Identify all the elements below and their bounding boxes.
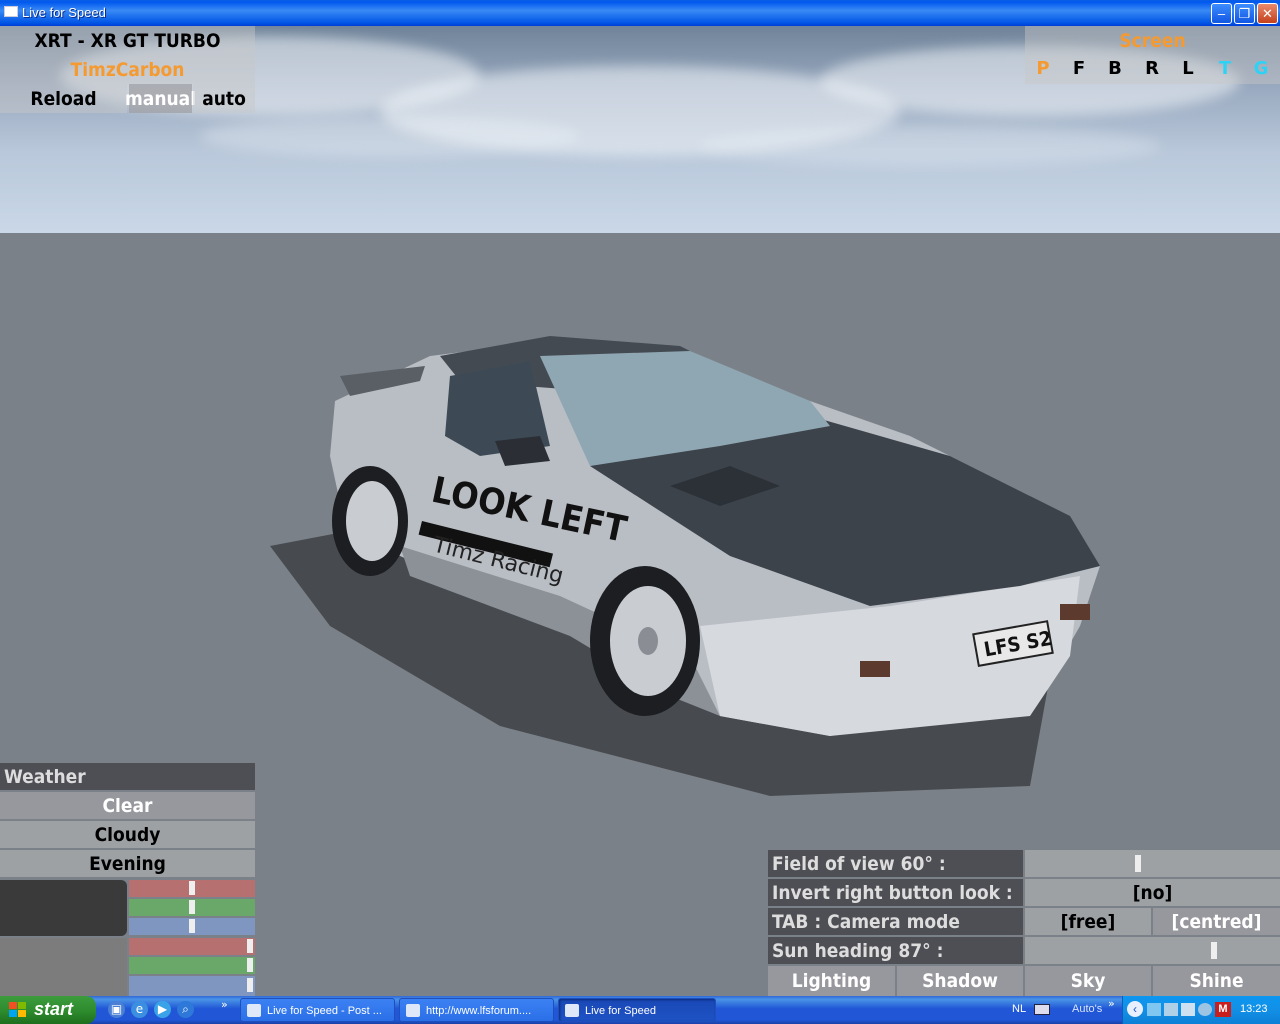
keyboard-icon[interactable] bbox=[1034, 1004, 1050, 1015]
sky-button[interactable]: Sky bbox=[1025, 966, 1151, 996]
sun-heading-slider[interactable] bbox=[1025, 937, 1280, 964]
skin-name-label[interactable]: TimzCarbon bbox=[0, 55, 255, 84]
task-label: Live for Speed - Post ... bbox=[267, 1005, 382, 1017]
view-button-b[interactable]: B bbox=[1100, 55, 1130, 83]
view-button-f[interactable]: F bbox=[1064, 55, 1094, 83]
blue-slider-2[interactable] bbox=[129, 976, 255, 996]
toolbar-chevron-icon[interactable]: » bbox=[1108, 997, 1115, 1010]
camera-mode-free-button[interactable]: [free] bbox=[1025, 908, 1151, 935]
camera-mode-centred-button[interactable]: [centred] bbox=[1153, 908, 1280, 935]
task-label: http://www.lfsforum.... bbox=[426, 1005, 532, 1017]
task-lfs-forum-post[interactable]: Live for Speed - Post ... bbox=[240, 998, 395, 1022]
fov-slider[interactable] bbox=[1025, 850, 1280, 877]
window-title: Live for Speed bbox=[22, 5, 106, 20]
window-titlebar: Live for Speed – ❐ ✕ bbox=[0, 0, 1280, 26]
shine-button[interactable]: Shine bbox=[1153, 966, 1280, 996]
media-player-icon[interactable]: ▶ bbox=[154, 1001, 171, 1018]
maximize-button[interactable]: ❐ bbox=[1234, 3, 1255, 24]
game-viewport[interactable]: LOOK LEFT Timz Racing LFS S2 XRT - XR GT… bbox=[0, 26, 1280, 996]
view-button-t[interactable]: T bbox=[1210, 55, 1240, 83]
minimize-button[interactable]: – bbox=[1211, 3, 1232, 24]
view-button-g[interactable]: G bbox=[1246, 55, 1276, 83]
language-indicator[interactable]: NL bbox=[1012, 1003, 1026, 1015]
lighting-button[interactable]: Lighting bbox=[768, 966, 895, 996]
screen-title[interactable]: Screen bbox=[1025, 26, 1280, 55]
auto-button[interactable]: auto bbox=[193, 84, 255, 113]
tray-monitor-icon[interactable] bbox=[1181, 1003, 1195, 1016]
search-icon[interactable]: ⌕ bbox=[177, 1001, 194, 1018]
browser-page-icon bbox=[406, 1004, 420, 1017]
car-name-label[interactable]: XRT - XR GT TURBO bbox=[0, 26, 255, 55]
weather-clear-button[interactable]: Clear bbox=[0, 792, 255, 819]
system-tray: ‹ M 13:23 bbox=[1122, 996, 1280, 1024]
taskbar: start ▣ e ▶ ⌕ » Live for Speed - Post ..… bbox=[0, 996, 1280, 1024]
shadow-button[interactable]: Shadow bbox=[897, 966, 1023, 996]
task-label: Live for Speed bbox=[585, 1005, 656, 1017]
weather-evening-button[interactable]: Evening bbox=[0, 850, 255, 877]
color-preview-2 bbox=[0, 938, 127, 996]
toolbar-label[interactable]: Auto's bbox=[1072, 1003, 1102, 1015]
view-button-l[interactable]: L bbox=[1173, 55, 1203, 83]
start-label: start bbox=[34, 999, 74, 1019]
internet-explorer-icon[interactable]: e bbox=[131, 1001, 148, 1018]
show-desktop-icon[interactable]: ▣ bbox=[108, 1001, 125, 1018]
blue-slider-1[interactable] bbox=[129, 918, 255, 935]
app-icon bbox=[4, 6, 18, 17]
weather-cloudy-button[interactable]: Cloudy bbox=[0, 821, 255, 848]
manual-button[interactable]: manual bbox=[125, 84, 196, 113]
invert-look-label: Invert right button look : bbox=[768, 879, 1023, 906]
reload-button[interactable]: Reload bbox=[0, 84, 127, 113]
tray-volume-icon[interactable] bbox=[1198, 1003, 1212, 1016]
invert-look-toggle[interactable]: [no] bbox=[1025, 879, 1280, 906]
camera-mode-label: TAB : Camera mode bbox=[768, 908, 1023, 935]
color-preview-1 bbox=[0, 880, 127, 936]
task-live-for-speed[interactable]: Live for Speed bbox=[558, 998, 716, 1022]
start-button[interactable]: start bbox=[0, 996, 96, 1024]
weather-header: Weather bbox=[0, 763, 255, 790]
task-lfsforum-url[interactable]: http://www.lfsforum.... bbox=[399, 998, 554, 1022]
tray-network-icon[interactable] bbox=[1164, 1003, 1178, 1016]
green-slider-1[interactable] bbox=[129, 899, 255, 916]
car-model: LOOK LEFT Timz Racing LFS S2 bbox=[270, 336, 1100, 796]
tray-app-icon[interactable] bbox=[1147, 1003, 1161, 1016]
red-slider-1[interactable] bbox=[129, 880, 255, 897]
quicklaunch-chevron-icon[interactable]: » bbox=[221, 998, 228, 1011]
view-button-r[interactable]: R bbox=[1137, 55, 1167, 83]
sun-heading-label: Sun heading 87° : bbox=[768, 937, 1023, 964]
green-slider-2[interactable] bbox=[129, 957, 255, 974]
fov-label: Field of view 60° : bbox=[768, 850, 1023, 877]
tray-mcafee-icon[interactable]: M bbox=[1215, 1002, 1231, 1017]
browser-page-icon bbox=[247, 1004, 261, 1017]
red-slider-2[interactable] bbox=[129, 938, 255, 955]
lfs-app-icon bbox=[565, 1004, 579, 1017]
windows-flag-icon bbox=[9, 1002, 26, 1017]
close-button[interactable]: ✕ bbox=[1257, 3, 1278, 24]
clock[interactable]: 13:23 bbox=[1240, 1003, 1268, 1015]
tray-expand-icon[interactable]: ‹ bbox=[1127, 1001, 1143, 1017]
view-button-p[interactable]: P bbox=[1028, 55, 1058, 83]
